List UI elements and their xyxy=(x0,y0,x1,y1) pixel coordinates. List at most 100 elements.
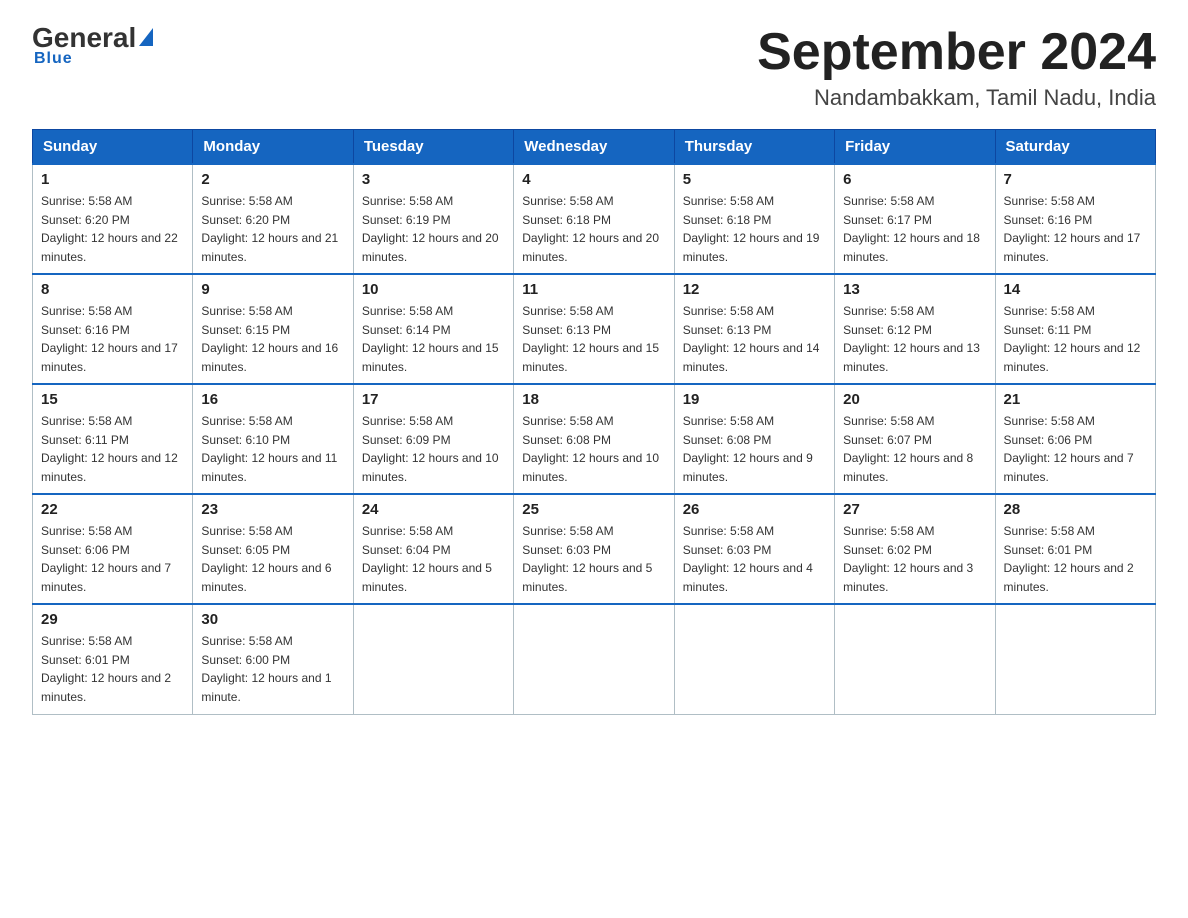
day-number: 30 xyxy=(201,611,344,628)
day-number: 2 xyxy=(201,171,344,188)
day-info: Sunrise: 5:58 AMSunset: 6:15 PMDaylight:… xyxy=(201,302,344,376)
calendar-title-area: September 2024 Nandambakkam, Tamil Nadu,… xyxy=(757,24,1156,111)
calendar-day-cell: 9Sunrise: 5:58 AMSunset: 6:15 PMDaylight… xyxy=(193,274,353,384)
header-sunday: Sunday xyxy=(33,130,193,165)
day-number: 18 xyxy=(522,391,665,408)
day-info: Sunrise: 5:58 AMSunset: 6:02 PMDaylight:… xyxy=(843,522,986,596)
day-info: Sunrise: 5:58 AMSunset: 6:16 PMDaylight:… xyxy=(41,302,184,376)
day-info: Sunrise: 5:58 AMSunset: 6:20 PMDaylight:… xyxy=(41,192,184,266)
logo-blue-text: Blue xyxy=(32,50,73,68)
day-number: 23 xyxy=(201,501,344,518)
day-number: 12 xyxy=(683,281,826,298)
header-wednesday: Wednesday xyxy=(514,130,674,165)
calendar-day-cell: 13Sunrise: 5:58 AMSunset: 6:12 PMDayligh… xyxy=(835,274,995,384)
day-info: Sunrise: 5:58 AMSunset: 6:17 PMDaylight:… xyxy=(843,192,986,266)
calendar-day-cell: 28 Sunrise: 5:58 AMSunset: 6:01 PMDayligh… xyxy=(995,494,1155,604)
calendar-day-cell: 3 Sunrise: 5:58 AMSunset: 6:19 PMDaylight… xyxy=(353,164,513,274)
day-info: Sunrise: 5:58 AMSunset: 6:20 PMDaylight:… xyxy=(201,192,344,266)
day-info: Sunrise: 5:58 AMSunset: 6:06 PMDaylight:… xyxy=(41,522,184,596)
day-number: 19 xyxy=(683,391,826,408)
day-info: Sunrise: 5:58 AMSunset: 6:11 PMDaylight:… xyxy=(41,412,184,486)
day-info: Sunrise: 5:58 AMSunset: 6:14 PMDaylight:… xyxy=(362,302,505,376)
day-number: 1 xyxy=(41,171,184,188)
day-number: 15 xyxy=(41,391,184,408)
calendar-day-cell: 10 Sunrise: 5:58 AMSunset: 6:14 PMDayligh… xyxy=(353,274,513,384)
calendar-day-cell: 19 Sunrise: 5:58 AMSunset: 6:08 PMDayligh… xyxy=(674,384,834,494)
day-info: Sunrise: 5:58 AMSunset: 6:18 PMDaylight:… xyxy=(522,192,665,266)
calendar-day-cell xyxy=(835,604,995,714)
day-number: 27 xyxy=(843,501,986,518)
month-year-title: September 2024 xyxy=(757,24,1156,81)
calendar-day-cell xyxy=(995,604,1155,714)
day-info: Sunrise: 5:58 AMSunset: 6:01 PMDaylight:… xyxy=(41,632,184,706)
header-friday: Friday xyxy=(835,130,995,165)
header-saturday: Saturday xyxy=(995,130,1155,165)
header-monday: Monday xyxy=(193,130,353,165)
page-header: General Blue September 2024 Nandambakkam… xyxy=(32,24,1156,111)
day-number: 7 xyxy=(1004,171,1147,188)
day-number: 10 xyxy=(362,281,505,298)
calendar-week-row: 1 Sunrise: 5:58 AMSunset: 6:20 PMDaylight… xyxy=(33,164,1156,274)
day-info: Sunrise: 5:58 AMSunset: 6:05 PMDaylight:… xyxy=(201,522,344,596)
calendar-day-cell: 16 Sunrise: 5:58 AMSunset: 6:10 PMDayligh… xyxy=(193,384,353,494)
calendar-week-row: 15 Sunrise: 5:58 AMSunset: 6:11 PMDayligh… xyxy=(33,384,1156,494)
day-info: Sunrise: 5:58 AMSunset: 6:10 PMDaylight:… xyxy=(201,412,344,486)
calendar-day-cell: 25Sunrise: 5:58 AMSunset: 6:03 PMDayligh… xyxy=(514,494,674,604)
calendar-day-cell: 17Sunrise: 5:58 AMSunset: 6:09 PMDayligh… xyxy=(353,384,513,494)
day-info: Sunrise: 5:58 AMSunset: 6:07 PMDaylight:… xyxy=(843,412,986,486)
day-number: 14 xyxy=(1004,281,1147,298)
calendar-day-cell: 5 Sunrise: 5:58 AMSunset: 6:18 PMDaylight… xyxy=(674,164,834,274)
day-info: Sunrise: 5:58 AMSunset: 6:13 PMDaylight:… xyxy=(683,302,826,376)
day-info: Sunrise: 5:58 AMSunset: 6:08 PMDaylight:… xyxy=(683,412,826,486)
calendar-header-row: SundayMondayTuesdayWednesdayThursdayFrid… xyxy=(33,130,1156,165)
day-number: 11 xyxy=(522,281,665,298)
day-info: Sunrise: 5:58 AMSunset: 6:06 PMDaylight:… xyxy=(1004,412,1147,486)
day-number: 17 xyxy=(362,391,505,408)
day-info: Sunrise: 5:58 AMSunset: 6:00 PMDaylight:… xyxy=(201,632,344,706)
calendar-day-cell: 22Sunrise: 5:58 AMSunset: 6:06 PMDayligh… xyxy=(33,494,193,604)
day-number: 3 xyxy=(362,171,505,188)
day-number: 29 xyxy=(41,611,184,628)
day-number: 5 xyxy=(683,171,826,188)
day-number: 16 xyxy=(201,391,344,408)
calendar-day-cell: 8 Sunrise: 5:58 AMSunset: 6:16 PMDaylight… xyxy=(33,274,193,384)
calendar-day-cell: 24Sunrise: 5:58 AMSunset: 6:04 PMDayligh… xyxy=(353,494,513,604)
day-number: 28 xyxy=(1004,501,1147,518)
logo-general-text: General xyxy=(32,24,136,52)
day-info: Sunrise: 5:58 AMSunset: 6:19 PMDaylight:… xyxy=(362,192,505,266)
calendar-day-cell: 29 Sunrise: 5:58 AMSunset: 6:01 PMDayligh… xyxy=(33,604,193,714)
calendar-day-cell: 27 Sunrise: 5:58 AMSunset: 6:02 PMDayligh… xyxy=(835,494,995,604)
calendar-day-cell: 7 Sunrise: 5:58 AMSunset: 6:16 PMDaylight… xyxy=(995,164,1155,274)
day-info: Sunrise: 5:58 AMSunset: 6:01 PMDaylight:… xyxy=(1004,522,1147,596)
calendar-day-cell: 4 Sunrise: 5:58 AMSunset: 6:18 PMDaylight… xyxy=(514,164,674,274)
calendar-day-cell xyxy=(674,604,834,714)
day-number: 21 xyxy=(1004,391,1147,408)
calendar-day-cell: 21 Sunrise: 5:58 AMSunset: 6:06 PMDayligh… xyxy=(995,384,1155,494)
calendar-week-row: 29 Sunrise: 5:58 AMSunset: 6:01 PMDayligh… xyxy=(33,604,1156,714)
calendar-day-cell: 30 Sunrise: 5:58 AMSunset: 6:00 PMDayligh… xyxy=(193,604,353,714)
calendar-day-cell: 26Sunrise: 5:58 AMSunset: 6:03 PMDayligh… xyxy=(674,494,834,604)
header-thursday: Thursday xyxy=(674,130,834,165)
logo: General Blue xyxy=(32,24,153,68)
day-info: Sunrise: 5:58 AMSunset: 6:03 PMDaylight:… xyxy=(522,522,665,596)
calendar-day-cell: 12 Sunrise: 5:58 AMSunset: 6:13 PMDayligh… xyxy=(674,274,834,384)
day-number: 6 xyxy=(843,171,986,188)
day-info: Sunrise: 5:58 AMSunset: 6:04 PMDaylight:… xyxy=(362,522,505,596)
logo-triangle-icon xyxy=(139,28,153,46)
header-tuesday: Tuesday xyxy=(353,130,513,165)
day-info: Sunrise: 5:58 AMSunset: 6:18 PMDaylight:… xyxy=(683,192,826,266)
calendar-table: SundayMondayTuesdayWednesdayThursdayFrid… xyxy=(32,129,1156,715)
day-info: Sunrise: 5:58 AMSunset: 6:08 PMDaylight:… xyxy=(522,412,665,486)
day-number: 20 xyxy=(843,391,986,408)
location-subtitle: Nandambakkam, Tamil Nadu, India xyxy=(757,85,1156,111)
calendar-day-cell: 2 Sunrise: 5:58 AMSunset: 6:20 PMDaylight… xyxy=(193,164,353,274)
day-number: 4 xyxy=(522,171,665,188)
day-info: Sunrise: 5:58 AMSunset: 6:13 PMDaylight:… xyxy=(522,302,665,376)
calendar-week-row: 22Sunrise: 5:58 AMSunset: 6:06 PMDayligh… xyxy=(33,494,1156,604)
calendar-week-row: 8 Sunrise: 5:58 AMSunset: 6:16 PMDaylight… xyxy=(33,274,1156,384)
day-info: Sunrise: 5:58 AMSunset: 6:16 PMDaylight:… xyxy=(1004,192,1147,266)
calendar-day-cell: 18 Sunrise: 5:58 AMSunset: 6:08 PMDayligh… xyxy=(514,384,674,494)
calendar-day-cell xyxy=(514,604,674,714)
day-info: Sunrise: 5:58 AMSunset: 6:12 PMDaylight:… xyxy=(843,302,986,376)
day-number: 8 xyxy=(41,281,184,298)
